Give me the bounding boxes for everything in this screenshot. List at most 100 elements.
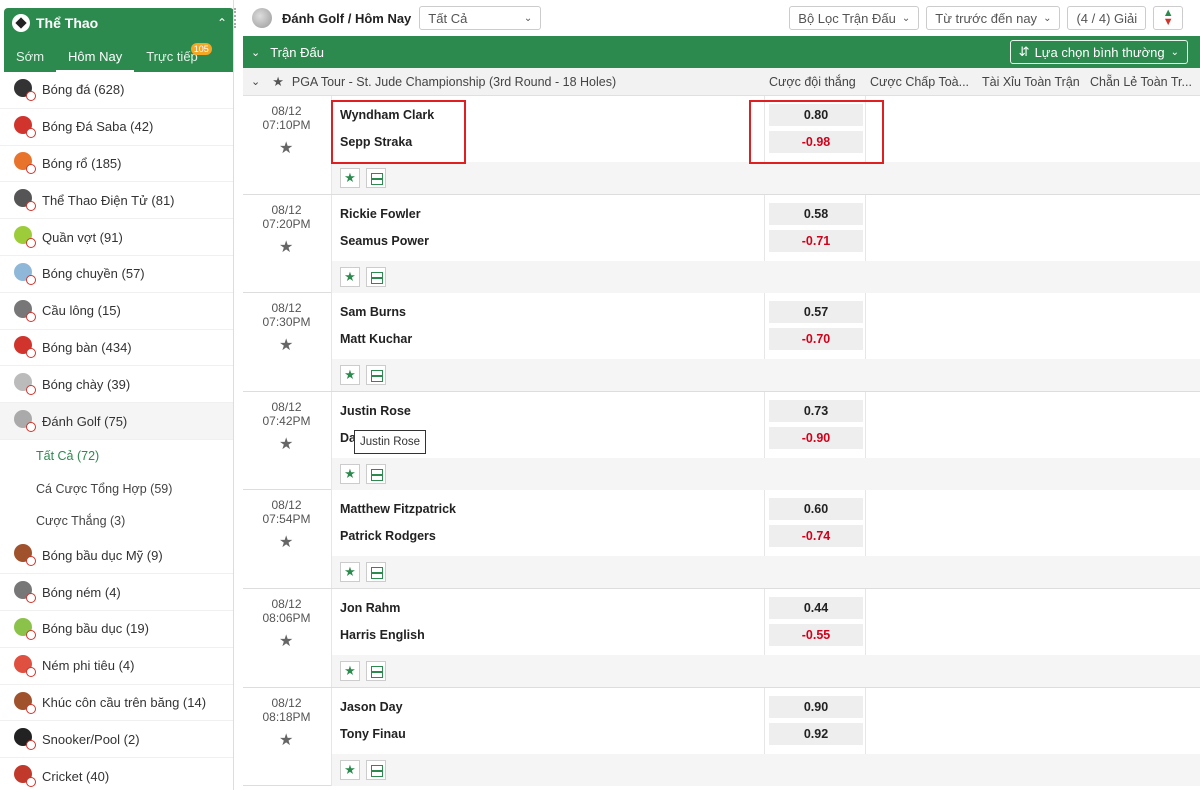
team-home[interactable]: Justin Rose — [340, 404, 411, 418]
selection-mode-button[interactable]: ⇵ Lựa chọn bình thường ⌄ — [1009, 40, 1188, 64]
sidebar-item-label: Bóng bầu dục Mỹ (9) — [42, 547, 163, 563]
star-icon[interactable]: ★ — [279, 532, 293, 552]
stats-icon[interactable] — [366, 168, 386, 188]
star-icon[interactable]: ★ — [279, 138, 293, 158]
team-away[interactable]: Patrick Rodgers — [340, 529, 436, 543]
soccer-ball-icon — [14, 78, 36, 101]
tab-live[interactable]: Trực tiếp 105 — [134, 43, 212, 72]
sidebar-item-sport[interactable]: Snooker/Pool (2) — [0, 721, 233, 759]
star-icon[interactable]: ★ — [279, 335, 293, 355]
match-filter-button[interactable]: Bộ Lọc Trận Đấu ⌄ — [789, 6, 920, 30]
sidebar-item-label: Bóng chuyền (57) — [42, 266, 145, 282]
team-home[interactable]: Matthew Fitzpatrick — [340, 502, 456, 516]
stats-icon[interactable] — [366, 463, 386, 484]
odds-button-away[interactable]: -0.74 — [769, 525, 863, 548]
cricket-ball-icon — [14, 765, 36, 788]
sidebar-item-sport[interactable]: Bóng chuyền (57) — [0, 256, 233, 293]
sort-button[interactable]: Từ trước đến nay ⌄ — [926, 6, 1061, 30]
chevron-up-icon[interactable]: ⌃ — [210, 16, 233, 30]
star-icon[interactable]: ★ — [279, 434, 293, 454]
sidebar-item-sport[interactable]: Bóng bầu dục Mỹ (9) — [0, 537, 233, 575]
sidebar-item-sport[interactable]: Cầu lông (15) — [0, 293, 233, 330]
odds-button-home[interactable]: 0.58 — [769, 202, 863, 225]
match-time: 08/12 07:10PM — [243, 104, 330, 132]
sidebar-item-sport[interactable]: Cricket (40) — [0, 758, 233, 790]
odds-button-home[interactable]: 0.73 — [769, 399, 863, 422]
league-count-button[interactable]: (4 / 4) Giải — [1067, 6, 1147, 30]
expand-collapse-button[interactable]: ▲ ▼ — [1153, 6, 1184, 30]
tab-early[interactable]: Sớm — [4, 49, 56, 72]
team-away[interactable]: Seamus Power — [340, 234, 429, 248]
odds-button-away[interactable]: 0.92 — [769, 722, 863, 745]
team-home[interactable]: Jason Day — [340, 700, 403, 714]
match-time: 08/12 07:54PM — [243, 498, 330, 526]
sidebar-subitem-golf[interactable]: Tất Cả (72) — [0, 440, 233, 473]
team-away[interactable]: Matt Kuchar — [340, 332, 412, 346]
sidebar-item-sport[interactable]: Ném phi tiêu (4) — [0, 648, 233, 685]
sidebar-item-sport[interactable]: Đánh Golf (75) — [0, 403, 233, 440]
sidebar-item-sport[interactable]: Bóng đá (628) — [0, 72, 233, 109]
sidebar-subitem-golf[interactable]: Cược Thắng (3) — [0, 505, 233, 538]
odds-button-home[interactable]: 0.90 — [769, 695, 863, 718]
star-icon[interactable]: ★ — [272, 74, 284, 90]
odds-button-home[interactable]: 0.60 — [769, 498, 863, 521]
team-home[interactable]: Sam Burns — [340, 305, 406, 319]
odds-button-away[interactable]: -0.71 — [769, 229, 863, 252]
sidebar-item-sport[interactable]: Bóng rổ (185) — [0, 146, 233, 183]
chevron-down-icon[interactable]: ⌄ — [251, 75, 260, 88]
american-football-icon — [14, 544, 36, 567]
sidebar-header[interactable]: Thể Thao ⌃ — [4, 8, 233, 38]
sidebar-item-sport[interactable]: Thể Thao Điện Tử (81) — [0, 182, 233, 220]
star-icon[interactable]: ★ — [279, 631, 293, 651]
team-home[interactable]: Rickie Fowler — [340, 207, 421, 221]
sidebar-item-sport[interactable]: Quần vợt (91) — [0, 219, 233, 256]
sidebar-item-sport[interactable]: Bóng bầu dục (19) — [0, 611, 233, 648]
table-tennis-icon — [14, 336, 36, 359]
favorite-star-icon[interactable]: ★ — [340, 168, 360, 188]
sidebar-item-sport[interactable]: Bóng ném (4) — [0, 574, 233, 612]
match-actions-bar: ★ — [331, 162, 1200, 194]
sidebar-subitem-golf[interactable]: Cá Cược Tổng Hợp (59) — [0, 472, 233, 505]
tennis-ball-icon — [14, 226, 36, 249]
match-clock: 07:30PM — [262, 315, 311, 330]
sidebar-item-sport[interactable]: Bóng bàn (434) — [0, 330, 233, 367]
stats-icon[interactable] — [366, 562, 386, 583]
sidebar-item-sport[interactable]: Bóng Đá Saba (42) — [0, 109, 233, 146]
live-count-badge: 105 — [190, 43, 212, 55]
stats-icon[interactable] — [366, 365, 386, 386]
market-select[interactable]: Tất Cả ⌄ — [419, 6, 542, 30]
match-clock: 08:18PM — [262, 709, 311, 724]
favorite-star-icon[interactable]: ★ — [340, 365, 360, 386]
tab-today[interactable]: Hôm Nay — [56, 49, 135, 72]
stats-icon[interactable] — [366, 661, 386, 681]
chevron-down-icon: ⌄ — [523, 12, 533, 24]
match-actions-bar: ★ — [331, 260, 1200, 293]
moneyline-odds: 0.44 -0.55 — [764, 589, 866, 655]
column-over-under: Tài Xỉu Toàn Trận — [982, 75, 1080, 89]
star-icon[interactable]: ★ — [279, 237, 293, 257]
league-header[interactable]: ⌄ ★ PGA Tour - St. Jude Championship (3r… — [243, 68, 1200, 96]
odds-button-home[interactable]: 0.57 — [769, 301, 863, 324]
odds-button-away[interactable]: -0.70 — [769, 328, 863, 351]
odds-button-home[interactable]: 0.44 — [769, 597, 863, 619]
star-icon[interactable]: ★ — [279, 730, 293, 750]
team-home[interactable]: Jon Rahm — [340, 601, 400, 615]
team-away[interactable]: Harris English — [340, 628, 425, 642]
favorite-star-icon[interactable]: ★ — [340, 562, 360, 583]
sports-sidebar: Thể Thao ⌃ Sớm Hôm Nay Trực tiếp 105 Bón… — [0, 0, 234, 790]
sidebar-item-sport[interactable]: Bóng chày (39) — [0, 366, 233, 404]
stats-icon[interactable] — [366, 759, 386, 780]
stats-icon[interactable] — [366, 266, 386, 287]
golf-ball-icon — [14, 410, 36, 433]
favorite-star-icon[interactable]: ★ — [340, 266, 360, 287]
odds-button-away[interactable]: -0.55 — [769, 624, 863, 646]
odds-button-away[interactable]: -0.90 — [769, 426, 863, 449]
sidebar-item-label: Bóng rổ (185) — [42, 155, 122, 171]
chevron-down-icon[interactable]: ⌄ — [251, 46, 260, 59]
favorite-star-icon[interactable]: ★ — [340, 463, 360, 484]
drag-handle-icon[interactable] — [234, 8, 242, 28]
favorite-star-icon[interactable]: ★ — [340, 661, 360, 681]
favorite-star-icon[interactable]: ★ — [340, 759, 360, 780]
team-away[interactable]: Tony Finau — [340, 727, 406, 741]
sidebar-item-sport[interactable]: Khúc côn cầu trên băng (14) — [0, 685, 233, 722]
